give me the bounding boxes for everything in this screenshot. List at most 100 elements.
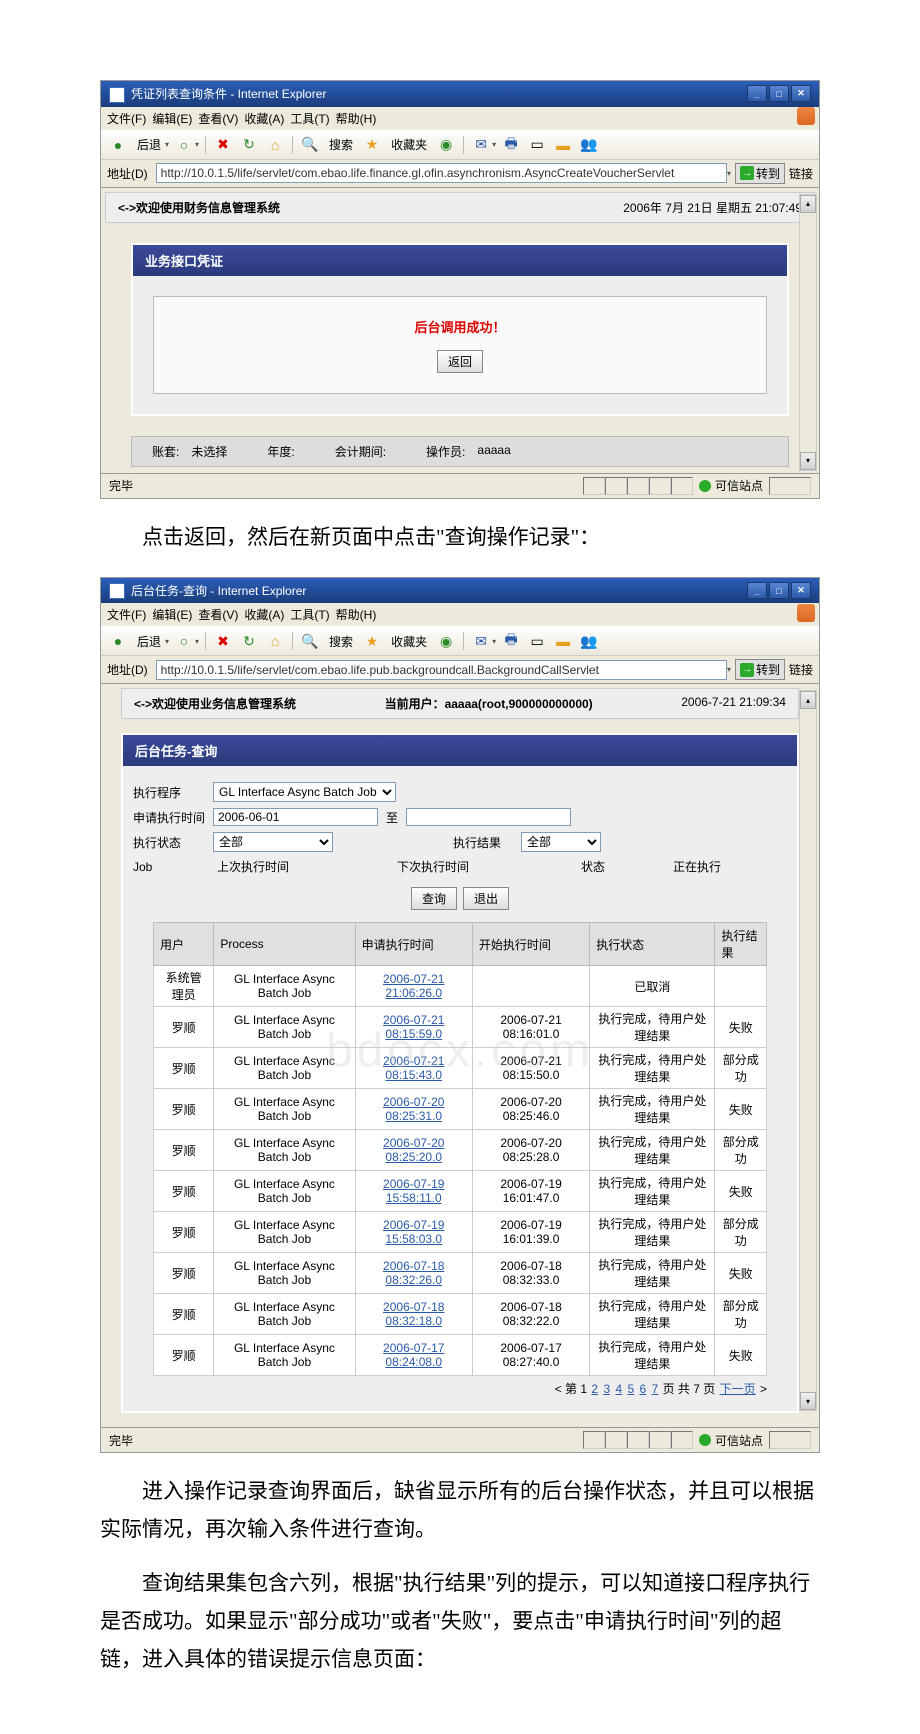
time-from-input[interactable]: [213, 808, 378, 826]
discuss-icon[interactable]: 👥: [578, 134, 600, 156]
page-link[interactable]: 6: [640, 1382, 647, 1396]
edit-icon[interactable]: ▭: [526, 630, 548, 652]
page-link[interactable]: 3: [603, 1382, 610, 1396]
search-button[interactable]: 搜索: [325, 136, 357, 153]
time-to-input[interactable]: [406, 808, 571, 826]
menubar[interactable]: 文件(F) 编辑(E) 查看(V) 收藏(A) 工具(T) 帮助(H): [101, 603, 819, 626]
menu-file[interactable]: 文件(F): [107, 606, 146, 623]
apply-time-link[interactable]: 2006-07-17 08:24:08.0: [355, 1335, 472, 1376]
stop-icon[interactable]: ✖: [212, 630, 234, 652]
scrollbar[interactable]: ▴▾: [799, 194, 817, 471]
program-select[interactable]: GL Interface Async Batch Job: [213, 782, 396, 802]
media-icon[interactable]: ◉: [435, 630, 457, 652]
discuss-icon[interactable]: 👥: [578, 630, 600, 652]
refresh-icon[interactable]: ↻: [238, 630, 260, 652]
back-dropdown-icon[interactable]: ▾: [165, 140, 169, 149]
state-select[interactable]: 全部: [213, 832, 333, 852]
back-icon[interactable]: ●: [107, 630, 129, 652]
menubar[interactable]: 文件(F) 编辑(E) 查看(V) 收藏(A) 工具(T) 帮助(H): [101, 107, 819, 130]
next-page-link[interactable]: 下一页: [720, 1382, 756, 1396]
page-link[interactable]: 7: [652, 1382, 659, 1396]
menu-edit[interactable]: 编辑(E): [152, 110, 192, 127]
page-link[interactable]: 5: [628, 1382, 635, 1396]
toolbar: ● 后退 ▾ ○ ▾ ✖ ↻ ⌂ 🔍 搜索 ★ 收藏夹 ◉ ✉ ▾ 🖶 ▭ ▬ …: [101, 130, 819, 160]
scroll-up-icon[interactable]: ▴: [800, 195, 816, 213]
menu-edit[interactable]: 编辑(E): [152, 606, 192, 623]
back-button[interactable]: 后退: [133, 633, 165, 650]
scrollbar[interactable]: ▴▾: [799, 690, 817, 1411]
mail-icon[interactable]: ✉: [470, 134, 492, 156]
close-button[interactable]: ✕: [791, 582, 811, 599]
scroll-down-icon[interactable]: ▾: [800, 1392, 816, 1410]
forward-dropdown-icon[interactable]: ▾: [195, 140, 199, 149]
apply-time-link[interactable]: 2006-07-20 08:25:31.0: [355, 1089, 472, 1130]
apply-time-link[interactable]: 2006-07-18 08:32:26.0: [355, 1253, 472, 1294]
favorites-button[interactable]: 收藏夹: [387, 136, 431, 153]
maximize-button[interactable]: □: [769, 582, 789, 599]
media-icon[interactable]: ◉: [435, 134, 457, 156]
back-icon[interactable]: ●: [107, 134, 129, 156]
scroll-down-icon[interactable]: ▾: [800, 452, 816, 470]
menu-view[interactable]: 查看(V): [198, 110, 238, 127]
menu-tools[interactable]: 工具(T): [290, 110, 329, 127]
page-link[interactable]: 4: [615, 1382, 622, 1396]
folder-icon[interactable]: ▬: [552, 134, 574, 156]
forward-dropdown-icon[interactable]: ▾: [195, 637, 199, 646]
favorites-button[interactable]: 收藏夹: [387, 633, 431, 650]
minimize-button[interactable]: _: [747, 85, 767, 102]
url-dropdown-icon[interactable]: ▾: [727, 665, 731, 674]
menu-favorites[interactable]: 收藏(A): [244, 606, 284, 623]
apply-time-link[interactable]: 2006-07-20 08:25:20.0: [355, 1130, 472, 1171]
close-button[interactable]: ✕: [791, 85, 811, 102]
menu-help[interactable]: 帮助(H): [336, 606, 377, 623]
result-select[interactable]: 全部: [521, 832, 601, 852]
back-dropdown-icon[interactable]: ▾: [165, 637, 169, 646]
refresh-icon[interactable]: ↻: [238, 134, 260, 156]
apply-time-link[interactable]: 2006-07-19 15:58:11.0: [355, 1171, 472, 1212]
apply-time-link[interactable]: 2006-07-19 15:58:03.0: [355, 1212, 472, 1253]
home-icon[interactable]: ⌂: [264, 134, 286, 156]
favorites-icon[interactable]: ★: [361, 134, 383, 156]
links-label[interactable]: 链接: [789, 661, 813, 678]
apply-time-link[interactable]: 2006-07-21 08:15:59.0: [355, 1007, 472, 1048]
menu-favorites[interactable]: 收藏(A): [244, 110, 284, 127]
menu-tools[interactable]: 工具(T): [290, 606, 329, 623]
back-button[interactable]: 后退: [133, 136, 165, 153]
apply-time-link[interactable]: 2006-07-18 08:32:18.0: [355, 1294, 472, 1335]
query-button[interactable]: 查询: [411, 887, 457, 910]
go-button[interactable]: →转到: [735, 163, 785, 184]
exit-button[interactable]: 退出: [463, 887, 509, 910]
folder-icon[interactable]: ▬: [552, 630, 574, 652]
menu-view[interactable]: 查看(V): [198, 606, 238, 623]
search-icon[interactable]: 🔍: [299, 134, 321, 156]
back-button[interactable]: 返回: [437, 350, 483, 373]
url-input[interactable]: http://10.0.1.5/life/servlet/com.ebao.li…: [156, 660, 727, 680]
search-button[interactable]: 搜索: [325, 633, 357, 650]
url-input[interactable]: http://10.0.1.5/life/servlet/com.ebao.li…: [156, 163, 727, 183]
forward-icon[interactable]: ○: [173, 134, 195, 156]
edit-icon[interactable]: ▭: [526, 134, 548, 156]
apply-time-link[interactable]: 2006-07-21 08:15:43.0: [355, 1048, 472, 1089]
search-icon[interactable]: 🔍: [299, 630, 321, 652]
menu-help[interactable]: 帮助(H): [336, 110, 377, 127]
page-link[interactable]: 2: [591, 1382, 598, 1396]
go-button[interactable]: →转到: [735, 659, 785, 680]
cell: 执行完成，待用户处理结果: [590, 1294, 715, 1335]
print-icon[interactable]: 🖶: [500, 134, 522, 156]
print-icon[interactable]: 🖶: [500, 630, 522, 652]
links-label[interactable]: 链接: [789, 165, 813, 182]
page-links[interactable]: 2 3 4 5 6 7: [590, 1382, 662, 1396]
stop-icon[interactable]: ✖: [212, 134, 234, 156]
apply-time-link[interactable]: 2006-07-21 21:06:26.0: [355, 966, 472, 1007]
home-icon[interactable]: ⌂: [264, 630, 286, 652]
scroll-up-icon[interactable]: ▴: [800, 691, 816, 709]
mail-icon[interactable]: ✉: [470, 630, 492, 652]
favorites-icon[interactable]: ★: [361, 630, 383, 652]
minimize-button[interactable]: _: [747, 582, 767, 599]
forward-icon[interactable]: ○: [173, 630, 195, 652]
mail-dropdown-icon[interactable]: ▾: [492, 140, 496, 149]
maximize-button[interactable]: □: [769, 85, 789, 102]
url-dropdown-icon[interactable]: ▾: [727, 169, 731, 178]
menu-file[interactable]: 文件(F): [107, 110, 146, 127]
mail-dropdown-icon[interactable]: ▾: [492, 637, 496, 646]
